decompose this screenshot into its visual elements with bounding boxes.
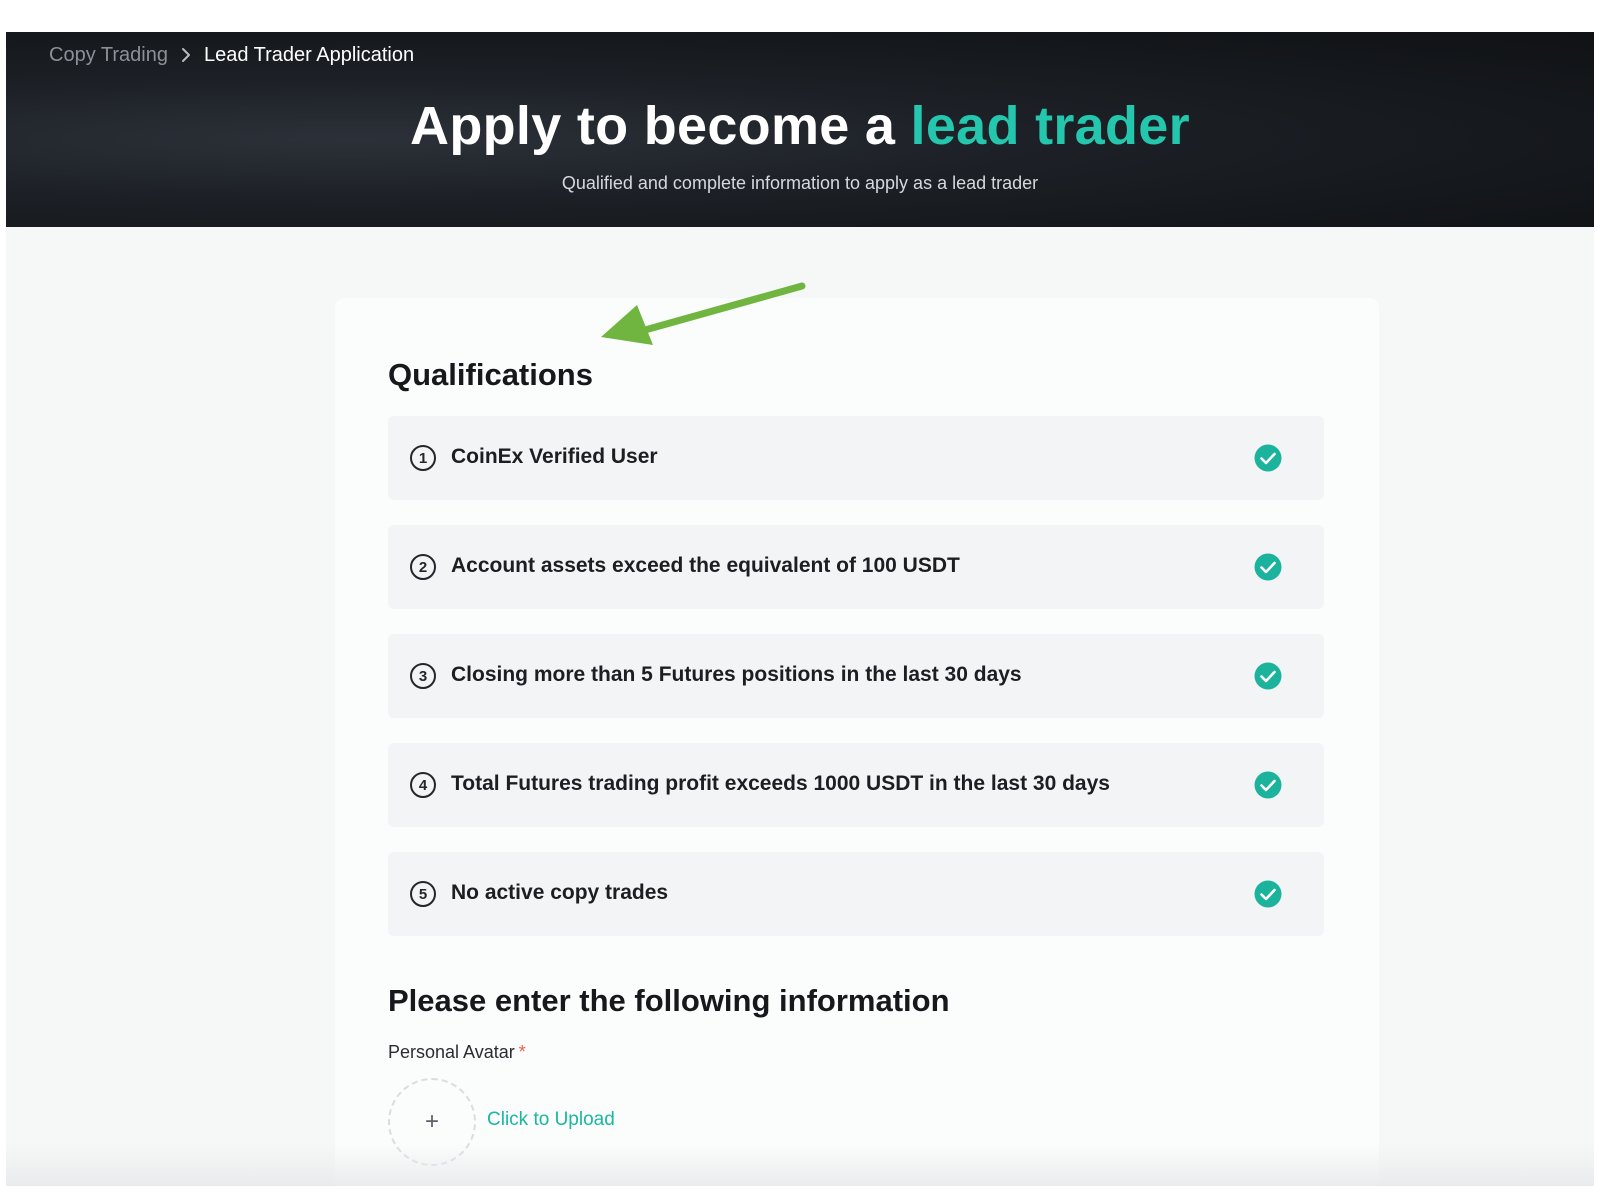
information-section-title: Please enter the following information (388, 983, 950, 1018)
bottom-fade (6, 1144, 1594, 1186)
page-subtitle: Qualified and complete information to ap… (561, 173, 1039, 193)
required-indicator: * (518, 1042, 526, 1062)
page-title-accent: lead trader (910, 96, 1190, 156)
personal-avatar-label-text: Personal Avatar (388, 1042, 515, 1062)
check-circle-icon (1254, 662, 1282, 690)
qualification-text: Total Futures trading profit exceeds 100… (451, 772, 1110, 795)
page-title: Apply to become a lead trader (6, 95, 1594, 157)
check-circle-icon (1254, 553, 1282, 581)
arrow-annotation (601, 282, 806, 345)
qualification-item: 5 No active copy trades (388, 852, 1324, 936)
qualification-number: 1 (410, 445, 436, 471)
qualification-number: 3 (410, 663, 436, 689)
application-card: Qualifications 1 CoinEx Verified User 2 … (335, 298, 1379, 1186)
qualification-item: 4 Total Futures trading profit exceeds 1… (388, 743, 1324, 827)
qualification-number: 5 (410, 881, 436, 907)
qualifications-title: Qualifications (388, 357, 593, 392)
qualification-item: 2 Account assets exceed the equivalent o… (388, 525, 1324, 609)
qualification-text: Account assets exceed the equivalent of … (451, 554, 960, 577)
check-circle-icon (1254, 880, 1282, 908)
qualification-item: 3 Closing more than 5 Futures positions … (388, 634, 1324, 718)
page-title-main: Apply to become a (410, 96, 911, 156)
breadcrumb-current: Lead Trader Application (203, 43, 415, 66)
check-circle-icon (1254, 444, 1282, 472)
page-frame: Copy Trading Lead Trader Application App… (6, 32, 1594, 1186)
qualifications-list: 1 CoinEx Verified User 2 Account assets … (388, 416, 1324, 961)
check-circle-icon (1254, 771, 1282, 799)
qualification-text: No active copy trades (451, 881, 669, 904)
hero-banner: Copy Trading Lead Trader Application App… (6, 32, 1594, 227)
qualification-item: 1 CoinEx Verified User (388, 416, 1324, 500)
plus-icon: + (424, 1108, 439, 1135)
breadcrumb: Copy Trading Lead Trader Application (49, 42, 414, 68)
breadcrumb-copy-trading-link[interactable]: Copy Trading (49, 44, 168, 67)
qualification-number: 4 (410, 772, 436, 798)
qualification-text: Closing more than 5 Futures positions in… (451, 663, 1022, 686)
personal-avatar-label: Personal Avatar * (388, 1042, 526, 1063)
click-to-upload-link[interactable]: Click to Upload (487, 1109, 615, 1131)
qualification-text: CoinEx Verified User (451, 445, 658, 468)
chevron-right-icon (181, 47, 191, 63)
qualification-number: 2 (410, 554, 436, 580)
